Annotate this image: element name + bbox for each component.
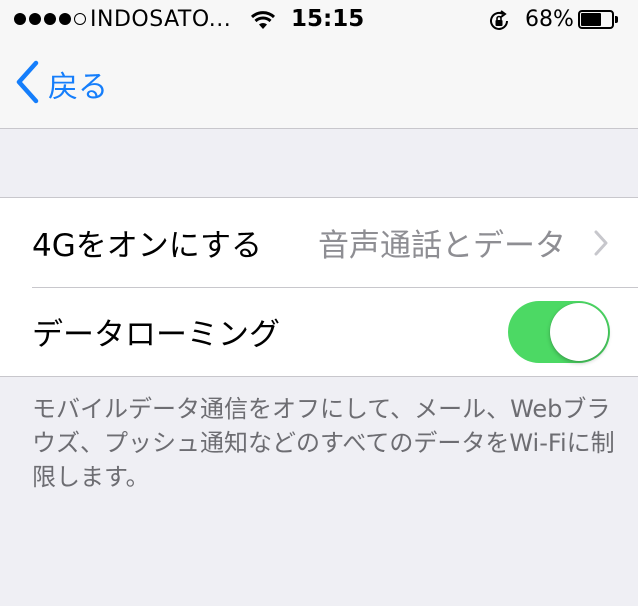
signal-dot: [14, 13, 26, 25]
signal-dot: [29, 13, 41, 25]
chevron-right-icon: [594, 230, 608, 260]
status-bar: INDOSATO... 15:15 68%: [0, 0, 638, 40]
clock: 15:15: [291, 6, 365, 32]
navigation-header: INDOSATO... 15:15 68% 戻る: [0, 0, 638, 129]
enable-4g-row[interactable]: 4Gをオンにする 音声通話とデータ: [0, 198, 638, 287]
data-roaming-toggle[interactable]: [508, 301, 610, 363]
enable-4g-label: 4Gをオンにする: [32, 228, 263, 264]
back-button-label: 戻る: [48, 70, 108, 105]
cellular-settings-group: 4Gをオンにする 音声通話とデータ データローミング: [0, 197, 638, 377]
battery-percentage: 68%: [525, 7, 574, 32]
carrier-name: INDOSATO...: [90, 7, 232, 32]
signal-dot: [44, 13, 56, 25]
toggle-knob: [550, 303, 608, 361]
cellular-data-footnote: モバイルデータ通信をオフにして、メール、Webブラウズ、プッシュ通知などのすべて…: [32, 395, 615, 491]
signal-dot: [59, 13, 71, 25]
data-roaming-label: データローミング: [32, 317, 280, 353]
signal-dot: [74, 13, 86, 25]
battery-icon: [578, 10, 618, 29]
wifi-icon: [250, 10, 276, 36]
enable-4g-value: 音声通話とデータ: [318, 228, 566, 264]
chevron-left-icon: [14, 60, 40, 108]
rotation-lock-icon: [487, 9, 511, 39]
back-button[interactable]: 戻る: [14, 60, 108, 108]
cellular-signal-icon: [14, 13, 86, 25]
data-roaming-row: データローミング: [0, 287, 638, 376]
